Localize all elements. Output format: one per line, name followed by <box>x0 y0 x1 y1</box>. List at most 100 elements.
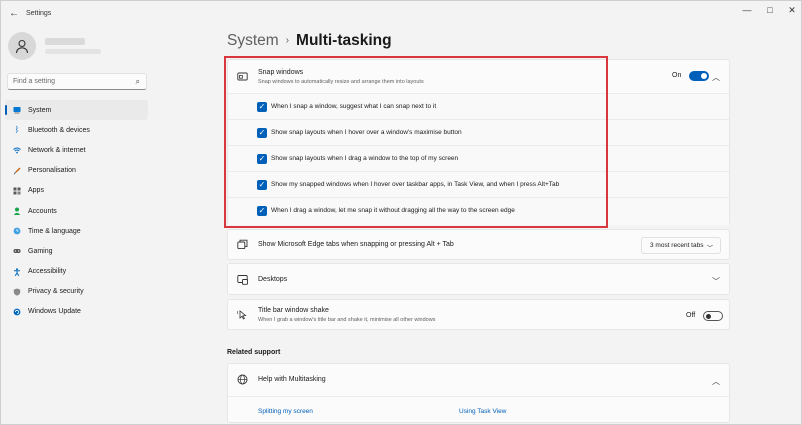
sidebar-nav: System ᛒ Bluetooth & devices Network & i… <box>5 100 148 322</box>
update-icon <box>13 308 21 316</box>
sidebar-item-apps[interactable]: Apps <box>5 181 148 201</box>
sidebar-item-label: Network & internet <box>28 146 86 154</box>
back-arrow-icon[interactable]: ← <box>9 8 19 19</box>
tabs-icon <box>237 239 248 250</box>
help-title: Help with Multitasking <box>258 376 326 383</box>
globe-clock-icon <box>13 227 21 235</box>
laptop-icon <box>13 106 21 114</box>
maximize-button[interactable]: □ <box>760 5 780 15</box>
search-input[interactable]: Find a setting ⌕ <box>7 73 147 90</box>
sidebar-item-privacy[interactable]: Privacy & security <box>5 282 148 302</box>
help-links: Splitting my screen Using Task View <box>228 396 729 424</box>
snap-option-row[interactable]: ✓ Show my snapped windows when I hover o… <box>228 171 729 197</box>
title-bar-shake-card: Title bar window shake When I grab a win… <box>227 299 730 330</box>
desktops-title: Desktops <box>258 276 288 283</box>
help-card: Help with Multitasking ︿ Splitting my sc… <box>227 363 730 423</box>
chevron-up-icon[interactable]: ︿ <box>712 376 720 387</box>
title-bar: ← Settings — □ ✕ <box>1 1 801 27</box>
checkbox-checked[interactable]: ✓ <box>257 154 267 164</box>
app-title: Settings <box>26 10 52 17</box>
snap-window-icon <box>237 71 248 82</box>
desktops-icon <box>237 274 248 285</box>
desktops-card[interactable]: Desktops ﹀ <box>227 263 730 295</box>
related-support-heading: Related support <box>227 349 281 356</box>
snap-windows-card: Snap windows Snap windows to automatical… <box>227 59 730 225</box>
sidebar-item-gaming[interactable]: Gaming <box>5 241 148 261</box>
snap-option-row[interactable]: ✓ Show snap layouts when I drag a window… <box>228 145 729 171</box>
snap-option-row[interactable]: ✓ Show snap layouts when I hover over a … <box>228 119 729 145</box>
sidebar-item-system[interactable]: System <box>5 100 148 121</box>
checkbox-checked[interactable]: ✓ <box>257 206 267 216</box>
snap-option-label: Show snap layouts when I hover over a wi… <box>271 129 462 136</box>
avatar[interactable] <box>8 32 36 60</box>
snap-option-row[interactable]: ✓ When I drag a window, let me snap it w… <box>228 197 729 225</box>
account-name-blurred <box>45 38 85 45</box>
bluetooth-icon: ᛒ <box>14 125 20 135</box>
breadcrumb-parent[interactable]: System <box>227 32 279 49</box>
sidebar-item-time-language[interactable]: Time & language <box>5 221 148 241</box>
edge-tabs-card: Show Microsoft Edge tabs when snapping o… <box>227 229 730 260</box>
chevron-down-icon: ﹀ <box>706 246 713 252</box>
accessibility-icon <box>13 267 21 276</box>
sidebar-item-label: Accounts <box>28 207 57 215</box>
sidebar-item-label: Bluetooth & devices <box>28 126 90 134</box>
toggle-knob <box>701 73 707 79</box>
sidebar-item-label: Time & language <box>28 227 81 235</box>
close-button[interactable]: ✕ <box>782 5 802 16</box>
checkbox-checked[interactable]: ✓ <box>257 128 267 138</box>
snap-windows-toggle[interactable] <box>689 71 709 81</box>
shake-subtitle: When I grab a window's title bar and sha… <box>258 317 436 323</box>
snap-option-label: When I snap a window, suggest what I can… <box>271 103 437 110</box>
breadcrumb: System › Multi-tasking <box>227 32 392 50</box>
checkbox-checked[interactable]: ✓ <box>257 102 267 112</box>
chevron-down-icon[interactable]: ﹀ <box>712 276 720 287</box>
snap-option-label: When I drag a window, let me snap it wit… <box>271 207 515 214</box>
snap-toggle-label: On <box>672 72 682 79</box>
help-header[interactable]: Help with Multitasking ︿ <box>228 364 729 396</box>
dropdown-value: 3 most recent tabs <box>650 242 704 249</box>
shake-toggle-label: Off <box>686 312 696 319</box>
shake-toggle[interactable] <box>703 311 723 321</box>
wifi-icon <box>13 146 21 154</box>
shake-title: Title bar window shake <box>258 307 329 314</box>
snap-option-label: Show my snapped windows when I hover ove… <box>271 181 560 188</box>
search-icon[interactable]: ⌕ <box>136 77 140 87</box>
brush-icon <box>13 167 21 175</box>
shake-cursor-icon <box>237 309 248 320</box>
toggle-knob <box>706 313 711 319</box>
snap-windows-header[interactable]: Snap windows Snap windows to automatical… <box>228 60 729 93</box>
minimize-button[interactable]: — <box>737 5 757 15</box>
sidebar-item-bluetooth[interactable]: ᛒ Bluetooth & devices <box>5 120 148 140</box>
gamepad-icon <box>13 247 21 255</box>
sidebar-item-label: Personalisation <box>28 167 76 175</box>
globe-icon <box>237 374 248 385</box>
sidebar-item-label: Privacy & security <box>28 288 84 296</box>
checkbox-checked[interactable]: ✓ <box>257 180 267 190</box>
sidebar-item-label: Windows Update <box>28 308 81 316</box>
sidebar-item-label: Accessibility <box>28 268 67 276</box>
chevron-up-icon[interactable]: ︿ <box>712 72 720 83</box>
link-using-task-view[interactable]: Using Task View <box>459 408 506 415</box>
sidebar-item-personalisation[interactable]: Personalisation <box>5 161 148 181</box>
sidebar-item-accessibility[interactable]: Accessibility <box>5 262 148 282</box>
snap-windows-title: Snap windows <box>258 69 304 76</box>
sidebar-item-label: Gaming <box>28 247 53 255</box>
snap-windows-subtitle: Snap windows to automatically resize and… <box>258 79 424 85</box>
page-title: Multi-tasking <box>296 32 392 49</box>
sidebar-item-network[interactable]: Network & internet <box>5 140 148 160</box>
search-placeholder: Find a setting <box>13 78 56 85</box>
edge-tabs-dropdown[interactable]: 3 most recent tabs ﹀ <box>641 237 721 254</box>
sidebar-item-accounts[interactable]: Accounts <box>5 201 148 221</box>
snap-option-row[interactable]: ✓ When I snap a window, suggest what I c… <box>228 93 729 119</box>
person-icon <box>13 207 21 216</box>
snap-option-label: Show snap layouts when I drag a window t… <box>271 155 459 162</box>
apps-icon <box>13 187 21 195</box>
person-icon <box>15 39 29 54</box>
sidebar-item-windows-update[interactable]: Windows Update <box>5 302 148 322</box>
edge-tabs-title: Show Microsoft Edge tabs when snapping o… <box>258 241 454 248</box>
shield-icon <box>13 288 21 296</box>
sidebar-item-label: Apps <box>28 187 44 195</box>
link-splitting-screen[interactable]: Splitting my screen <box>258 408 313 415</box>
account-email-blurred <box>45 49 101 54</box>
sidebar-item-label: System <box>28 106 52 114</box>
